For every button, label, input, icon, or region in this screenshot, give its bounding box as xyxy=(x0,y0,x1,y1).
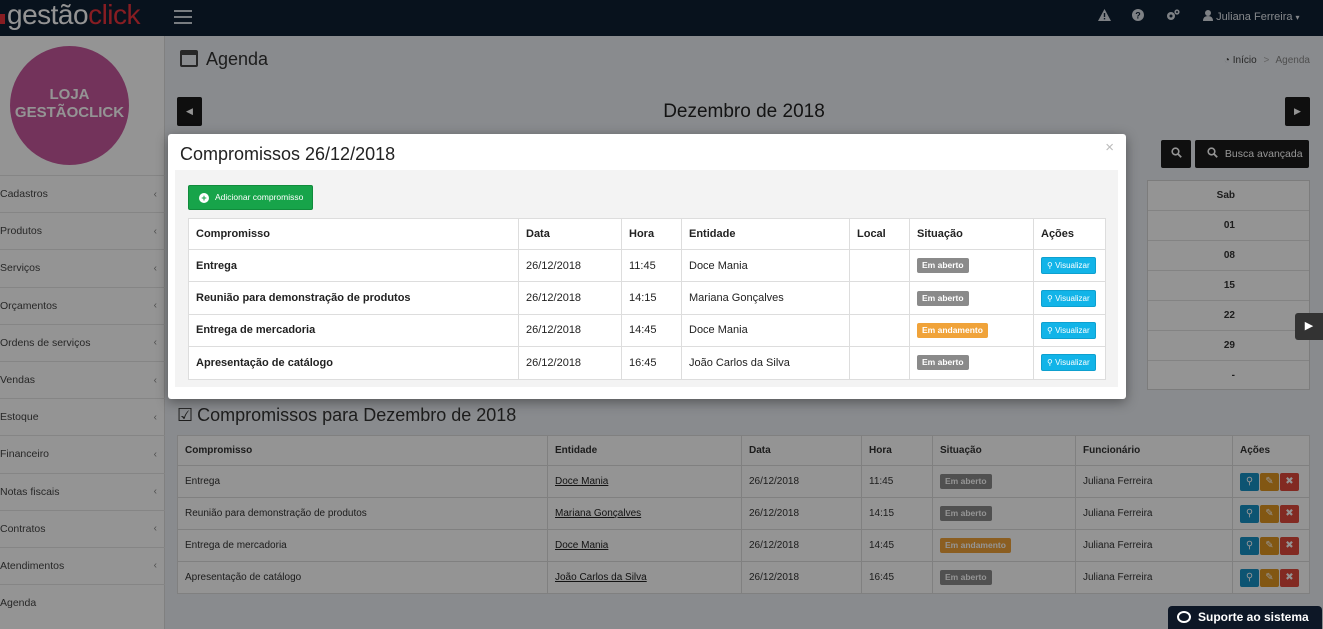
view-button[interactable]: ⚲ Visualizar xyxy=(1041,289,1096,307)
cell-hora: 14:45 xyxy=(621,313,682,348)
cell-compromisso: Apresentação de catálogo xyxy=(188,346,519,380)
cell-local xyxy=(849,346,910,380)
close-icon[interactable]: × xyxy=(1105,139,1114,156)
cell-hora: 11:45 xyxy=(621,248,682,283)
cell-entidade: Doce Mania xyxy=(681,248,850,283)
table-header-row: Compromisso Data Hora Entidade Local Sit… xyxy=(188,218,1106,250)
play-square-icon[interactable]: ▶ xyxy=(1295,313,1323,340)
view-button-label: Visualizar xyxy=(1055,261,1090,271)
search-icon: ⚲ xyxy=(1047,293,1053,303)
table-row: Apresentação de catálogo 26/12/2018 16:4… xyxy=(188,346,1106,380)
cell-local xyxy=(849,248,910,283)
plus-circle-icon: + xyxy=(199,193,209,203)
table-row: Reunião para demonstração de produtos 26… xyxy=(188,281,1106,315)
table-row: Entrega 26/12/2018 11:45 Doce Mania Em a… xyxy=(188,248,1106,283)
column-header: Data xyxy=(518,218,622,250)
cell-data: 26/12/2018 xyxy=(518,346,622,380)
view-button[interactable]: ⚲ Visualizar xyxy=(1041,354,1096,372)
search-icon: ⚲ xyxy=(1047,325,1053,335)
cell-compromisso: Entrega xyxy=(188,248,519,283)
cell-local xyxy=(849,281,910,315)
chat-icon xyxy=(1177,611,1191,623)
cell-local xyxy=(849,313,910,348)
modal-appointments-table: Compromisso Data Hora Entidade Local Sit… xyxy=(188,218,1106,380)
status-badge: Em aberto xyxy=(917,258,969,274)
search-icon: ⚲ xyxy=(1047,261,1053,271)
status-badge: Em aberto xyxy=(917,290,969,306)
column-header: Local xyxy=(849,218,910,250)
support-chat-button[interactable]: Suporte ao sistema xyxy=(1168,606,1322,629)
column-header: Entidade xyxy=(681,218,850,250)
cell-entidade: Mariana Gonçalves xyxy=(681,281,850,315)
view-button-label: Visualizar xyxy=(1055,293,1090,303)
status-badge: Em aberto xyxy=(917,355,969,371)
view-button-label: Visualizar xyxy=(1055,358,1090,368)
cell-data: 26/12/2018 xyxy=(518,281,622,315)
status-badge: Em andamento xyxy=(917,322,988,338)
cell-entidade: João Carlos da Silva xyxy=(681,346,850,380)
view-button-label: Visualizar xyxy=(1055,325,1090,335)
cell-compromisso: Reunião para demonstração de produtos xyxy=(188,281,519,315)
search-icon: ⚲ xyxy=(1047,358,1053,368)
modal-title: Compromissos 26/12/2018 xyxy=(180,144,396,164)
view-button[interactable]: ⚲ Visualizar xyxy=(1041,257,1096,275)
table-row: Entrega de mercadoria 26/12/2018 14:45 D… xyxy=(188,313,1106,348)
column-header: Ações xyxy=(1033,218,1106,250)
appointments-modal: Compromissos 26/12/2018 × + Adicionar co… xyxy=(168,134,1126,399)
cell-data: 26/12/2018 xyxy=(518,248,622,283)
column-header: Situação xyxy=(909,218,1034,250)
column-header: Compromisso xyxy=(188,218,519,250)
add-appointment-button[interactable]: + Adicionar compromisso xyxy=(188,185,313,210)
add-appointment-label: Adicionar compromisso xyxy=(215,192,304,202)
support-label: Suporte ao sistema xyxy=(1198,610,1309,624)
cell-compromisso: Entrega de mercadoria xyxy=(188,313,519,348)
cell-hora: 14:15 xyxy=(621,281,682,315)
cell-hora: 16:45 xyxy=(621,346,682,380)
cell-entidade: Doce Mania xyxy=(681,313,850,348)
view-button[interactable]: ⚲ Visualizar xyxy=(1041,321,1096,339)
column-header: Hora xyxy=(621,218,682,250)
modal-body: + Adicionar compromisso Compromisso Data… xyxy=(175,170,1118,387)
cell-data: 26/12/2018 xyxy=(518,313,622,348)
